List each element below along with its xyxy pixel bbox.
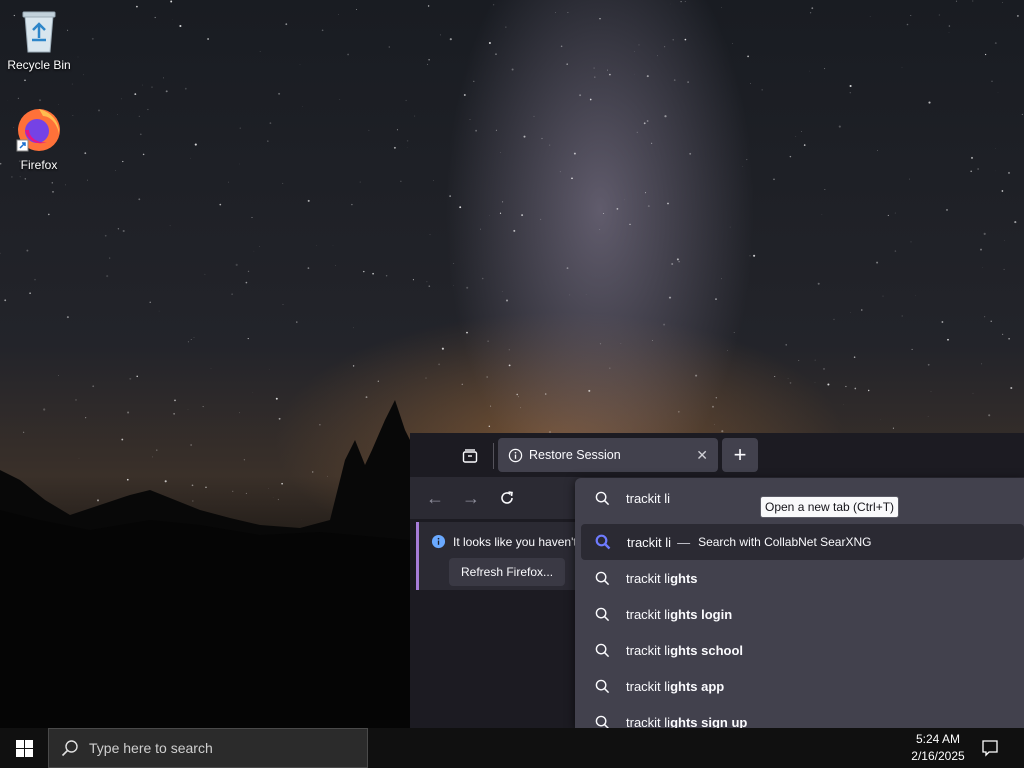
- search-icon: [595, 607, 610, 622]
- info-icon: [431, 534, 446, 549]
- suggestion-prefix: trackit li: [626, 606, 671, 622]
- taskbar-search-box[interactable]: Type here to search: [48, 728, 368, 768]
- urlbar-typed-text: trackit li: [626, 490, 671, 506]
- suggestion-prefix: trackit li: [626, 642, 671, 658]
- urlbar-results: trackit li — Search with CollabNet SearX…: [575, 524, 1024, 740]
- info-icon: [508, 448, 523, 463]
- start-button[interactable]: [0, 728, 48, 768]
- firefox-view-button[interactable]: [454, 441, 486, 471]
- desktop-icon-firefox[interactable]: Firefox: [1, 104, 77, 172]
- tab-strip: Restore Session ✕ +: [410, 433, 1024, 477]
- tab-separator: [493, 443, 494, 469]
- suggestion-completion: ghts school: [670, 642, 744, 658]
- urlbar-suggestion[interactable]: trackit li ghts: [575, 560, 1024, 596]
- desktop-icon-recycle-bin[interactable]: Recycle Bin: [1, 8, 77, 72]
- infobar-message: It looks like you haven't: [453, 534, 577, 549]
- result-typed: trackit li: [627, 534, 672, 550]
- suggestion-prefix: trackit li: [626, 678, 671, 694]
- suggestion-completion: ghts: [670, 570, 698, 586]
- recycle-bin-icon: [22, 11, 56, 53]
- urlbar-suggestion[interactable]: trackit li ghts app: [575, 668, 1024, 704]
- windows-logo-icon: [15, 739, 33, 757]
- search-icon: [595, 643, 610, 658]
- reload-icon: [501, 491, 513, 504]
- refresh-infobar: It looks like you haven't Refresh Firefo…: [416, 522, 579, 590]
- notification-icon: [982, 740, 998, 757]
- result-action: Search with CollabNet SearXNG: [698, 535, 872, 549]
- taskbar-clock[interactable]: 5:24 AM 2/16/2025: [890, 731, 986, 765]
- suggestion-prefix: trackit li: [626, 570, 671, 586]
- reload-button[interactable]: [494, 485, 520, 511]
- taskbar: Type here to search 5:24 AM 2/16/2025: [0, 728, 1024, 768]
- new-tab-button[interactable]: +: [722, 438, 758, 472]
- tab-title: Restore Session: [529, 448, 621, 462]
- back-button[interactable]: ←: [422, 485, 448, 511]
- result-separator: —: [677, 534, 691, 550]
- close-tab-icon[interactable]: ✕: [696, 447, 708, 464]
- search-engine-icon: [595, 534, 611, 550]
- clock-time: 5:24 AM: [915, 732, 961, 746]
- urlbar-result-search-engine[interactable]: trackit li — Search with CollabNet SearX…: [581, 524, 1024, 560]
- desktop-icon-label: Recycle Bin: [7, 58, 71, 72]
- notification-center-button[interactable]: [978, 736, 1002, 760]
- firefox-icon: [16, 109, 60, 152]
- forward-button[interactable]: →: [458, 485, 484, 511]
- tab-restore-session[interactable]: Restore Session ✕: [498, 438, 718, 472]
- search-icon: [595, 571, 610, 586]
- taskbar-search-placeholder: Type here to search: [89, 740, 213, 756]
- new-tab-tooltip: Open a new tab (Ctrl+T): [760, 496, 900, 518]
- suggestion-completion: ghts app: [670, 678, 725, 694]
- firefox-view-icon: [462, 449, 478, 463]
- search-icon: [595, 679, 610, 694]
- search-icon: [61, 739, 79, 757]
- suggestion-completion: ghts login: [670, 606, 733, 622]
- refresh-firefox-button[interactable]: Refresh Firefox...: [449, 558, 566, 586]
- search-icon: [595, 491, 610, 506]
- desktop-icon-label: Firefox: [20, 158, 58, 172]
- urlbar-suggestion[interactable]: trackit li ghts school: [575, 632, 1024, 668]
- clock-date: 2/16/2025: [911, 749, 965, 763]
- urlbar-suggestion[interactable]: trackit li ghts login: [575, 596, 1024, 632]
